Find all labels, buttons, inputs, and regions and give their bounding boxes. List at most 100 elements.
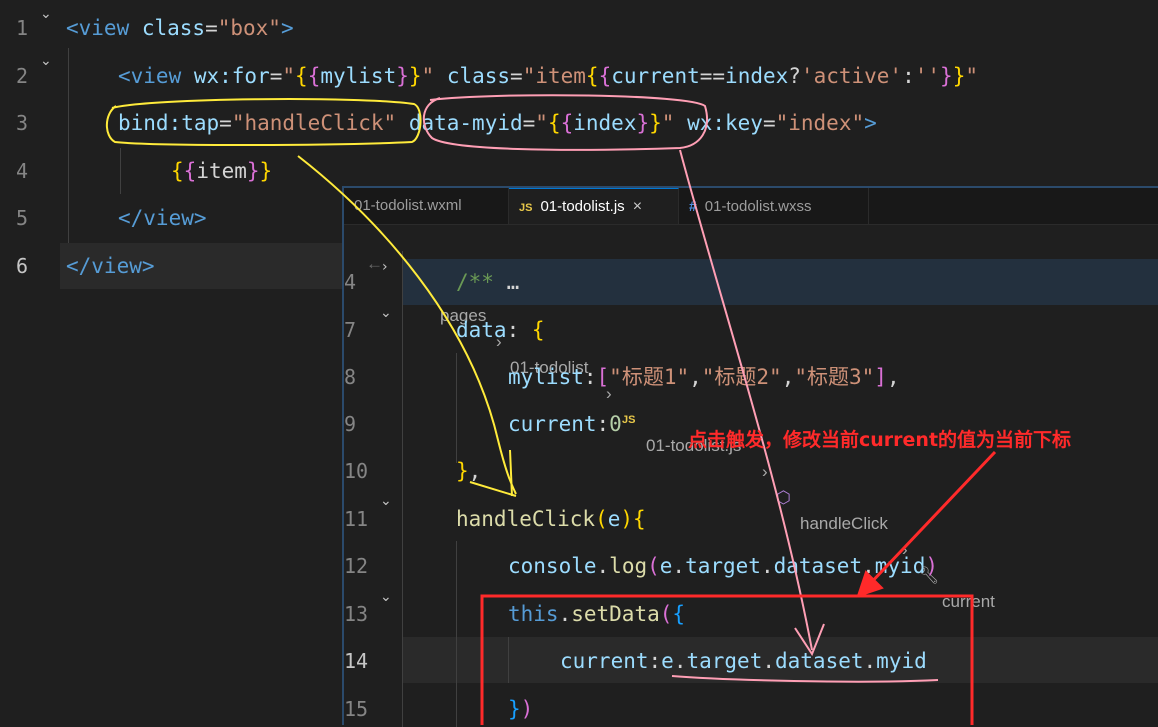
code-token: mylist [320,64,397,88]
code-token: 0 [609,412,622,436]
code-token: : [506,318,532,342]
code-token: . [762,649,775,673]
fold-chevron-icon[interactable]: ⌄ [380,589,392,605]
code-token: { [633,507,646,531]
code-token: ] [874,365,887,389]
code-token: data-myid [396,111,523,135]
code-token: item [196,159,247,183]
code-token: ( [659,602,673,626]
code-token: index [573,111,637,135]
code-token: … [493,270,520,294]
line-number: 4 [344,270,357,294]
javascript-file-icon: JS [519,202,533,214]
code-token: data [456,318,507,342]
code-line[interactable]: mylist:["标题1","标题2","标题3"], [508,362,900,392]
code-line[interactable]: {{item}} [171,156,272,186]
code-token: = [205,16,218,40]
code-token: . [558,602,572,626]
line-number: 11 [344,507,369,531]
code-line[interactable]: console.log(e.target.dataset.myid) [508,551,938,581]
code-token: ( [595,507,608,531]
code-token: wx:for [181,64,270,88]
code-token: = [269,64,283,88]
code-line[interactable]: current:e.target.dataset.myid [560,646,927,676]
code-line[interactable]: }, [456,456,481,486]
code-token: " [965,64,978,88]
code-token: . [672,554,686,578]
code-token: . [863,649,877,673]
code-token: 'active' [800,64,903,88]
code-line[interactable]: </view> [66,251,155,281]
code-token: "标题3" [794,365,875,389]
fold-chevron-icon[interactable]: ⌄ [40,6,52,22]
code-line[interactable]: </view> [118,203,207,233]
code-token: e [607,507,621,531]
code-line[interactable]: this.setData({ [508,599,685,629]
indent-guide [508,637,509,683]
editor-body[interactable]: 4/** … 7 data: {8 mylist:["标题1","标题2","标题3"… [344,251,1158,727]
code-token: ) [925,554,938,578]
code-token: current [611,64,700,88]
code-line[interactable]: <view wx:for="{{mylist}}" class="item{{c… [118,61,978,91]
code-token: e [659,554,673,578]
tab-wxss[interactable]: #01-todolist.wxss [679,188,869,224]
line-number: 14 [344,649,369,673]
code-token: target [686,649,763,673]
code-token: = [762,111,776,135]
code-token: "item [522,64,586,88]
code-token: this [508,602,559,626]
code-token: } [636,111,650,135]
code-line[interactable]: handleClick(e){ [456,504,646,534]
code-token: } [259,159,273,183]
code-token: target [685,554,761,578]
code-token: handleClick [456,507,596,531]
code-token: "box" [217,16,281,40]
code-token: setData [571,602,660,626]
line-number: 2 [16,64,29,88]
code-token: '' [914,64,941,88]
code-token: console [508,554,597,578]
tab-label: 01-todolist.wxml [354,197,462,214]
code-line[interactable]: current:0 [508,409,622,439]
code-line[interactable]: <view class="box"> [66,13,294,43]
code-token: = [510,64,523,88]
code-token: } [508,697,521,721]
code-token: "标题1" [609,365,690,389]
code-token: dataset [773,554,863,578]
code-token: == [699,64,726,88]
code-token: { [672,602,686,626]
line-number: 12 [344,554,369,578]
tab-wxml[interactable]: 01-todolist.wxml [344,188,509,224]
code-line[interactable]: }) [508,694,533,724]
line-number: 13 [344,602,369,626]
indent-guide [120,148,121,194]
code-token: : [596,412,610,436]
close-icon[interactable]: × [633,198,642,215]
code-token: bind:tap [118,111,220,135]
code-line[interactable]: data: { [456,315,545,345]
code-token: current [560,649,649,673]
fold-chevron-icon[interactable]: ⌄ [380,305,392,321]
code-token: } [246,159,260,183]
line-number: 5 [16,206,29,230]
code-token: myid [876,649,927,673]
code-token: : [583,365,597,389]
code-line[interactable]: /** … [456,267,519,297]
code-token: > [864,111,877,135]
code-token: { [598,64,612,88]
code-token: index [725,64,789,88]
expand-chevron-icon[interactable]: › [382,259,388,275]
code-token: { [531,318,545,342]
code-line[interactable]: bind:tap="handleClick" data-myid="{{inde… [118,108,877,138]
fold-chevron-icon[interactable]: ⌄ [380,493,392,509]
code-token: { [171,159,184,183]
code-token: e [661,649,674,673]
tab-label: 01-todolist.wxss [704,198,812,215]
fold-chevron-icon[interactable]: ⌄ [40,53,52,69]
code-token: " [535,111,548,135]
code-editor-window[interactable]: 01-todolist.wxml JS 01-todolist.js × #01-t… [342,186,1158,727]
tab-js[interactable]: JS 01-todolist.js × [509,188,679,224]
code-token: current [508,412,597,436]
code-token: log [609,554,648,578]
code-token: class [129,16,206,40]
